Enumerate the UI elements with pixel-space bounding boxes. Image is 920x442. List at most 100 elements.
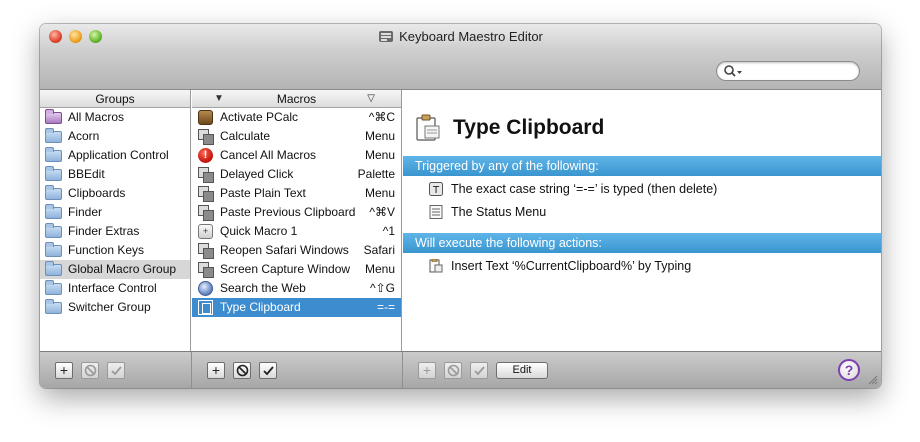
checkmark-icon (263, 366, 274, 376)
macro-item-selected[interactable]: Type Clipboard =-= (192, 298, 401, 317)
macro-trigger: Menu (364, 129, 395, 143)
triggers-section-header: Triggered by any of the following: (403, 156, 881, 176)
prohibit-icon (447, 364, 460, 377)
toolbar-divider (191, 352, 192, 388)
macro-label: Delayed Click (220, 167, 294, 181)
window-title: Keyboard Maestro Editor (40, 29, 881, 44)
group-item-function-keys[interactable]: Function Keys (40, 241, 190, 260)
macro-item[interactable]: Screen Capture Window Menu (192, 260, 401, 279)
clipboard-icon (198, 300, 213, 315)
resize-grip-icon[interactable] (867, 374, 878, 385)
key-icon: + (198, 224, 213, 239)
group-label: Clipboards (68, 186, 126, 200)
groups-column-header[interactable]: Groups (40, 90, 190, 108)
macro-label: Cancel All Macros (220, 148, 317, 162)
add-macro-button[interactable]: + (207, 362, 225, 379)
group-item-switcher-group[interactable]: Switcher Group (40, 298, 190, 317)
macro-stack-icon (198, 129, 214, 145)
sort-descending-icon[interactable]: ▼ (214, 90, 224, 108)
search-input[interactable] (745, 64, 853, 78)
macro-detail-pane: Type Clipboard Triggered by any of the f… (403, 90, 881, 351)
actions-section-header: Will execute the following actions: (403, 233, 881, 253)
macro-label: Search the Web (220, 281, 306, 295)
enable-action-button[interactable] (470, 362, 488, 379)
add-group-button[interactable]: + (55, 362, 73, 379)
macro-label: Reopen Safari Windows (220, 243, 349, 257)
prohibit-icon (236, 364, 249, 377)
group-label: Acorn (68, 129, 100, 143)
macro-item[interactable]: Paste Previous Clipboard ^⌘V (192, 203, 401, 222)
smart-folder-icon (45, 109, 62, 124)
group-item-bbedit[interactable]: BBEdit (40, 165, 190, 184)
group-item-acorn[interactable]: Acorn (40, 127, 190, 146)
macro-trigger: Palette (357, 167, 395, 181)
stop-icon: ! (198, 148, 213, 163)
macro-trigger: ^⌘V (369, 205, 395, 219)
macro-item[interactable]: Reopen Safari Windows Safari (192, 241, 401, 260)
edit-button[interactable]: Edit (496, 362, 548, 379)
globe-icon (198, 281, 213, 296)
insert-text-icon (429, 259, 443, 273)
sort-toggle-icon[interactable]: ▽ (367, 90, 375, 108)
group-label: Global Macro Group (68, 262, 177, 276)
group-item-application-control[interactable]: Application Control (40, 146, 190, 165)
action-text: Insert Text ‘%CurrentClipboard%’ by Typi… (451, 259, 692, 273)
macro-stack-icon (198, 262, 214, 278)
search-field[interactable] (716, 61, 860, 81)
macro-stack-icon (198, 243, 214, 259)
group-label: Switcher Group (68, 300, 151, 314)
enable-macro-button[interactable] (259, 362, 277, 379)
macro-item[interactable]: Activate PCalc ^⌘C (192, 108, 401, 127)
macro-label: Quick Macro 1 (220, 224, 298, 238)
status-menu-icon (429, 205, 443, 219)
prohibit-icon (84, 364, 97, 377)
toolbar-divider (402, 352, 403, 388)
folder-icon (45, 128, 62, 143)
macros-header-label: Macros (276, 92, 317, 106)
group-item-global-macro-group[interactable]: Global Macro Group (40, 260, 190, 279)
group-item-finder-extras[interactable]: Finder Extras (40, 222, 190, 241)
folder-icon (45, 261, 62, 276)
group-item-all-macros[interactable]: All Macros (40, 108, 190, 127)
macro-trigger: ^⌘C (368, 110, 395, 124)
enable-group-button[interactable] (107, 362, 125, 379)
disable-action-button[interactable] (444, 362, 462, 379)
group-item-clipboards[interactable]: Clipboards (40, 184, 190, 203)
disable-group-button[interactable] (81, 362, 99, 379)
macro-detail-header: Type Clipboard (403, 90, 881, 150)
macro-label: Calculate (220, 129, 271, 143)
help-button[interactable]: ? (838, 359, 860, 381)
editor-content: Groups All Macros Acorn Application Cont… (40, 90, 881, 351)
group-item-finder[interactable]: Finder (40, 203, 190, 222)
disable-macro-button[interactable] (233, 362, 251, 379)
macro-trigger: =-= (376, 300, 395, 314)
macro-title[interactable]: Type Clipboard (453, 116, 604, 140)
macro-trigger: Menu (364, 148, 395, 162)
macro-trigger: Menu (364, 262, 395, 276)
macros-column-header[interactable]: ▼ Macros ▽ (192, 90, 401, 108)
macro-item[interactable]: Calculate Menu (192, 127, 401, 146)
macro-item[interactable]: + Quick Macro 1 ^1 (192, 222, 401, 241)
macro-label: Paste Previous Clipboard (220, 205, 356, 219)
group-item-interface-control[interactable]: Interface Control (40, 279, 190, 298)
macro-item[interactable]: Search the Web ^⇧G (192, 279, 401, 298)
group-label: All Macros (68, 110, 125, 124)
clipboard-icon (416, 114, 440, 141)
add-action-button[interactable]: + (418, 362, 436, 379)
folder-icon (45, 223, 62, 238)
macro-label: Type Clipboard (220, 300, 301, 314)
macro-stack-icon (198, 186, 214, 202)
macro-label: Paste Plain Text (220, 186, 306, 200)
macro-item[interactable]: Delayed Click Palette (192, 165, 401, 184)
macro-trigger: ^1 (382, 224, 395, 238)
group-label: Application Control (68, 148, 169, 162)
group-label: Finder Extras (68, 224, 140, 238)
svg-text:T: T (432, 185, 440, 196)
bottom-toolbar: + + + Edit ? (40, 351, 881, 388)
typed-string-icon: T (429, 182, 443, 196)
macro-item[interactable]: ! Cancel All Macros Menu (192, 146, 401, 165)
macro-trigger: ^⇧G (369, 281, 395, 295)
macro-item[interactable]: Paste Plain Text Menu (192, 184, 401, 203)
folder-icon (45, 204, 62, 219)
folder-icon (45, 242, 62, 257)
